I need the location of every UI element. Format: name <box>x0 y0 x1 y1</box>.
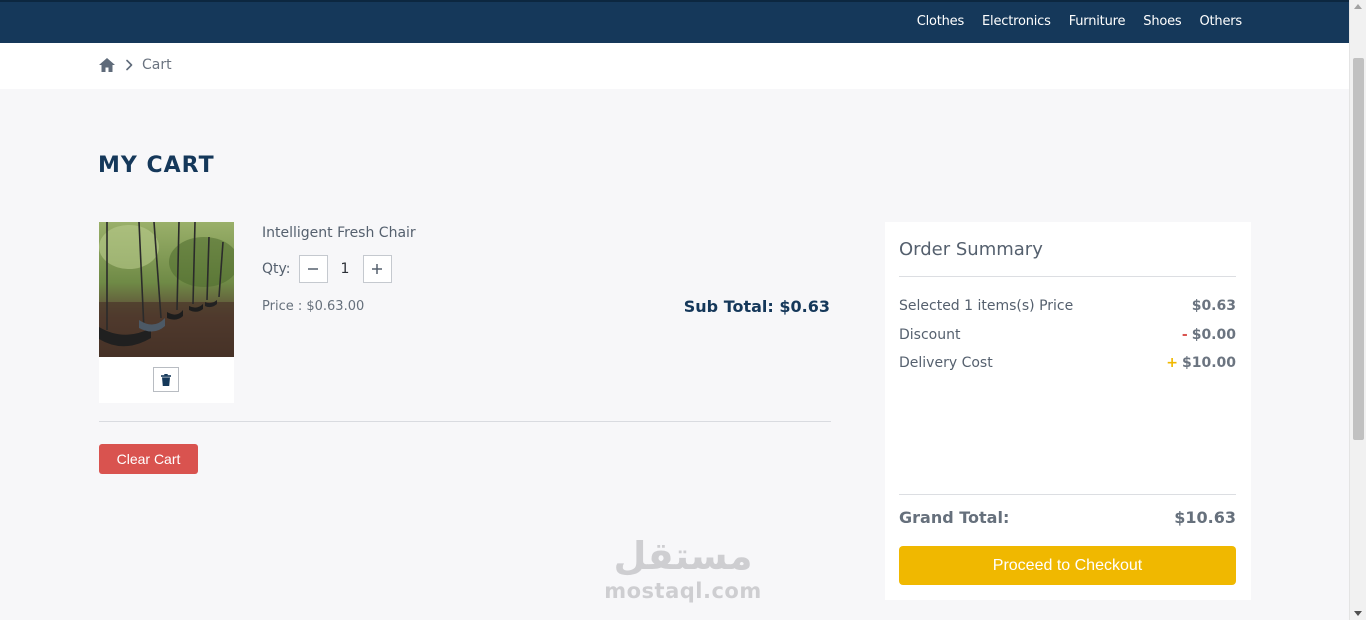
summary-row-delivery: Delivery Cost + $10.00 <box>899 355 1236 371</box>
quantity-stepper: Qty: 1 <box>262 255 392 283</box>
nav-item-shoes[interactable]: Shoes <box>1143 14 1181 29</box>
grand-total-label: Grand Total: <box>899 508 1010 527</box>
page-title: MY CART <box>98 153 215 178</box>
summary-value-group: - $0.00 <box>1182 327 1236 343</box>
category-nav: Clothes Electronics Furniture Shoes Othe… <box>917 14 1243 29</box>
proceed-to-checkout-button[interactable]: Proceed to Checkout <box>899 546 1236 585</box>
nav-item-furniture[interactable]: Furniture <box>1069 14 1126 29</box>
scrollbar-thumb[interactable] <box>1353 58 1364 440</box>
breadcrumb-bar: Cart <box>0 43 1349 89</box>
watermark-arabic: مستقل <box>613 534 753 578</box>
summary-label: Delivery Cost <box>899 355 993 371</box>
page-scrollbar[interactable] <box>1349 0 1366 620</box>
clear-cart-button[interactable]: Clear Cart <box>99 444 198 474</box>
plus-icon <box>372 264 382 274</box>
order-summary-panel: Order Summary Selected 1 items(s) Price … <box>885 222 1251 600</box>
product-image[interactable] <box>99 222 234 357</box>
increase-qty-button[interactable] <box>362 255 392 283</box>
summary-label: Selected 1 items(s) Price <box>899 298 1074 314</box>
breadcrumb-current: Cart <box>142 57 172 73</box>
chevron-right-icon <box>126 59 133 71</box>
cart-divider <box>99 421 831 422</box>
grand-total-value: $10.63 <box>1174 508 1236 527</box>
qty-value: 1 <box>340 261 350 277</box>
nav-item-others[interactable]: Others <box>1200 14 1243 29</box>
plus-sign: + <box>1166 355 1178 371</box>
summary-row-price: Selected 1 items(s) Price $0.63 <box>899 298 1236 314</box>
product-card <box>99 222 234 403</box>
summary-value: $10.00 <box>1181 355 1236 371</box>
summary-divider-top <box>899 276 1236 277</box>
scroll-up-arrow-icon[interactable] <box>1354 4 1362 9</box>
summary-row-discount: Discount - $0.00 <box>899 327 1236 343</box>
minus-icon <box>308 268 318 270</box>
nav-item-electronics[interactable]: Electronics <box>982 14 1051 29</box>
breadcrumb: Cart <box>98 57 172 73</box>
trash-icon <box>161 373 171 386</box>
item-subtotal: Sub Total: $0.63 <box>683 297 830 316</box>
watermark-latin: mostaql.com <box>604 579 762 603</box>
product-price: Price : $0.63.00 <box>262 299 365 314</box>
scroll-down-arrow-icon[interactable] <box>1354 611 1362 616</box>
summary-value: $0.00 <box>1191 327 1236 343</box>
remove-item-button[interactable] <box>153 367 179 392</box>
home-icon[interactable] <box>98 57 116 73</box>
order-summary-title: Order Summary <box>899 239 1043 260</box>
grand-total-row: Grand Total: $10.63 <box>899 508 1236 527</box>
minus-sign: - <box>1181 327 1188 343</box>
summary-value: $0.63 <box>1191 298 1236 314</box>
qty-label: Qty: <box>262 261 291 277</box>
product-name: Intelligent Fresh Chair <box>262 225 416 241</box>
summary-label: Discount <box>899 327 961 343</box>
nav-item-clothes[interactable]: Clothes <box>917 14 965 29</box>
summary-divider-bottom <box>899 494 1236 495</box>
top-navbar: Clothes Electronics Furniture Shoes Othe… <box>0 0 1349 43</box>
decrease-qty-button[interactable] <box>298 255 328 283</box>
mostaql-watermark: مستقل mostaql.com <box>602 532 764 608</box>
summary-value-group: + $10.00 <box>1166 355 1236 371</box>
